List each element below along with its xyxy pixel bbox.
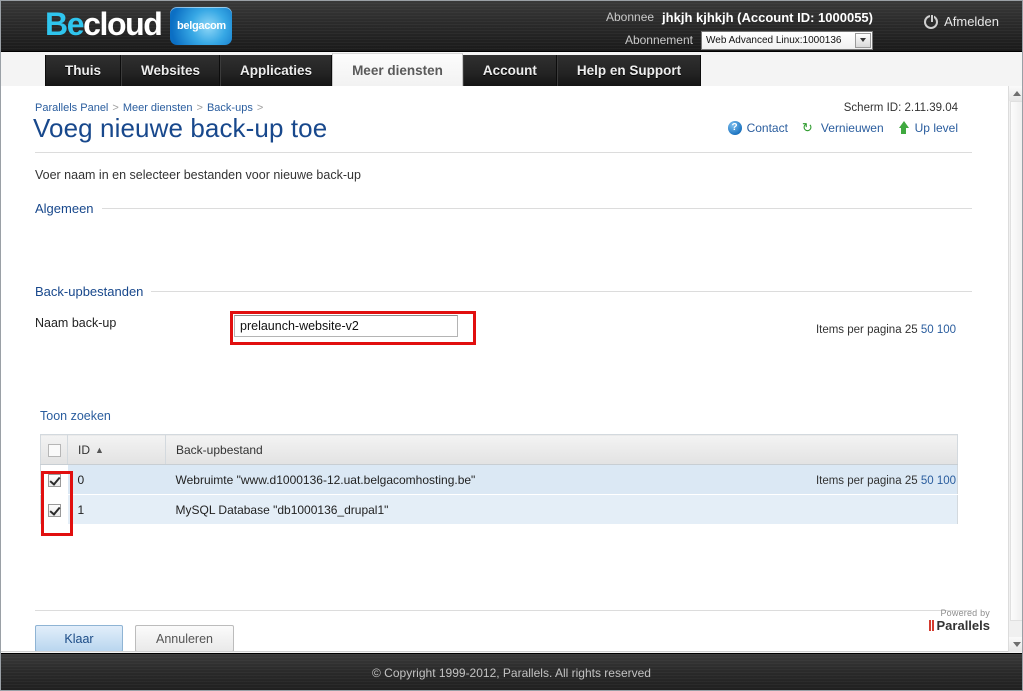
section-divider-backup-files <box>151 291 972 292</box>
buttons-divider <box>35 610 972 611</box>
up-level-label: Up level <box>914 121 958 135</box>
row-file: MySQL Database "db1000136_drupal1" <box>165 494 958 525</box>
table-header-file[interactable]: Back-upbestand <box>165 434 958 465</box>
row-checkbox[interactable] <box>47 503 61 517</box>
row-select-cell[interactable] <box>40 494 68 525</box>
section-label-general: Algemeen <box>35 201 94 216</box>
logo-wordmark: Becloud <box>45 4 163 44</box>
items-per-page-label-top: Items per pagina <box>815 324 902 336</box>
tab-meer-diensten[interactable]: Meer diensten <box>332 53 463 86</box>
tab-websites[interactable]: Websites <box>121 55 221 86</box>
refresh-icon: ↻ <box>801 120 813 135</box>
items-per-page-top: Items per pagina 25 50 100 <box>816 324 956 336</box>
powered-by-prefix: Powered by <box>940 608 990 618</box>
table-header-file-label: Back-upbestand <box>176 442 263 457</box>
table-head: ID ▲ Back-upbestand <box>40 434 958 465</box>
scrollbar-thumb[interactable] <box>1010 101 1023 621</box>
chevron-down-icon[interactable] <box>855 32 871 48</box>
screen-id-value: 2.11.39.04 <box>904 102 958 114</box>
items-per-page-50-top[interactable]: 50 <box>921 324 934 336</box>
cancel-button[interactable]: Annuleren <box>135 625 234 651</box>
brand-logo[interactable]: Becloud belgacom <box>45 4 233 45</box>
section-header-backup-files: Back-upbestanden <box>35 284 972 299</box>
table-header-id-label: ID <box>78 442 90 457</box>
refresh-link[interactable]: ↻ Vernieuwen <box>801 120 884 136</box>
up-level-link[interactable]: Up level <box>898 121 958 135</box>
subscriber-row: Abonnee jhkjh kjhkjh (Account ID: 100005… <box>606 8 873 26</box>
items-per-page-50-bottom[interactable]: 50 <box>921 475 934 487</box>
belgacom-badge-label: belgacom <box>176 20 226 32</box>
content-area: Parallels Panel > Meer diensten > Back-ups > … <box>0 86 1008 652</box>
backup-name-row: Naam back-up <box>35 316 235 330</box>
items-per-page-label-bottom: Items per pagina <box>815 475 902 487</box>
backup-name-label: Naam back-up <box>35 316 117 330</box>
page-subtitle: Voer naam in en selecteer bestanden voor… <box>35 168 361 182</box>
subscription-select-value: Web Advanced Linux:1000136 <box>706 34 842 46</box>
form-buttons: Klaar Annuleren <box>35 625 234 651</box>
subscription-label: Abonnement <box>624 33 693 47</box>
subscriber-label: Abonnee <box>606 10 655 24</box>
items-per-page-100-top[interactable]: 100 <box>937 324 956 336</box>
top-header-bar: Becloud belgacom Abonnee jhkjh kjhkjh (A… <box>0 0 1023 52</box>
section-label-backup-files: Back-upbestanden <box>35 284 144 299</box>
table-body: 0 Webruimte "www.d1000136-12.uat.belgaco… <box>40 464 958 525</box>
subscription-select[interactable]: Web Advanced Linux:1000136 <box>701 30 873 50</box>
contact-label: Contact <box>746 121 788 135</box>
table-header-row: ID ▲ Back-upbestand <box>40 434 958 465</box>
main-navigation-tabs: Thuis Websites Applicaties Meer diensten… <box>45 53 702 86</box>
contact-link[interactable]: ? Contact <box>727 121 788 135</box>
subscriber-value: jhkjh kjhkjh (Account ID: 1000055) <box>662 9 873 25</box>
refresh-label: Vernieuwen <box>820 121 884 135</box>
tab-help-en-support[interactable]: Help en Support <box>556 55 702 86</box>
powered-by: Powered by Parallels <box>928 608 991 633</box>
powered-by-brand-row: Parallels <box>928 618 991 633</box>
parallels-bars-icon <box>928 618 935 633</box>
logo-cloud-text: cloud <box>83 6 163 42</box>
title-divider <box>35 152 972 153</box>
backup-name-input[interactable] <box>234 315 458 337</box>
logo-be-text: Be <box>45 6 85 42</box>
application-window: Becloud belgacom Abonnee jhkjh kjhkjh (A… <box>0 0 1023 691</box>
table-header-id[interactable]: ID ▲ <box>67 434 166 465</box>
account-info: Abonnee jhkjh kjhkjh (Account ID: 100005… <box>606 8 873 50</box>
section-header-general: Algemeen <box>35 201 972 216</box>
items-per-page-25-top[interactable]: 25 <box>905 324 918 336</box>
footer-bar: © Copyright 1999-2012, Parallels. All ri… <box>0 653 1023 691</box>
row-select-cell[interactable] <box>40 464 68 495</box>
tab-account[interactable]: Account <box>462 55 557 86</box>
vertical-scrollbar[interactable] <box>1008 86 1023 652</box>
tab-applicaties[interactable]: Applicaties <box>220 55 333 86</box>
help-circle-icon: ? <box>727 121 742 135</box>
page-title: Voeg nieuwe back-up toe <box>33 113 328 143</box>
scroll-down-arrow-icon[interactable] <box>1009 637 1023 652</box>
tab-thuis[interactable]: Thuis <box>45 55 121 86</box>
subscription-row: Abonnement Web Advanced Linux:1000136 <box>606 30 873 50</box>
items-per-page-25-bottom[interactable]: 25 <box>905 475 918 487</box>
row-id: 1 <box>67 494 166 525</box>
items-per-page-bottom: Items per pagina 25 50 100 <box>816 475 956 487</box>
ok-button[interactable]: Klaar <box>35 625 123 651</box>
powered-by-brand: Parallels <box>936 618 991 633</box>
sort-ascending-icon: ▲ <box>95 444 104 455</box>
row-checkbox[interactable] <box>47 473 61 487</box>
utility-links: ? Contact ↻ Vernieuwen Up level <box>727 120 958 136</box>
table-row[interactable]: 1 MySQL Database "db1000136_drupal1" <box>40 494 958 525</box>
power-icon <box>924 14 939 29</box>
show-search-link[interactable]: Toon zoeken <box>40 409 111 423</box>
section-divider-general <box>101 208 972 209</box>
logout-button[interactable]: Afmelden <box>924 14 999 29</box>
items-per-page-100-bottom[interactable]: 100 <box>937 475 956 487</box>
row-id: 0 <box>67 464 166 495</box>
belgacom-badge: belgacom <box>170 7 233 45</box>
scroll-up-arrow-icon[interactable] <box>1009 86 1023 101</box>
screen-id: Scherm ID: 2.11.39.04 <box>844 102 958 114</box>
footer-copyright: © Copyright 1999-2012, Parallels. All ri… <box>372 665 651 680</box>
select-all-checkbox[interactable] <box>47 443 61 457</box>
screen-id-label: Scherm ID: <box>843 102 902 114</box>
up-level-icon <box>898 121 910 135</box>
table-header-select-all-cell[interactable] <box>40 434 68 465</box>
logout-label: Afmelden <box>944 14 999 29</box>
